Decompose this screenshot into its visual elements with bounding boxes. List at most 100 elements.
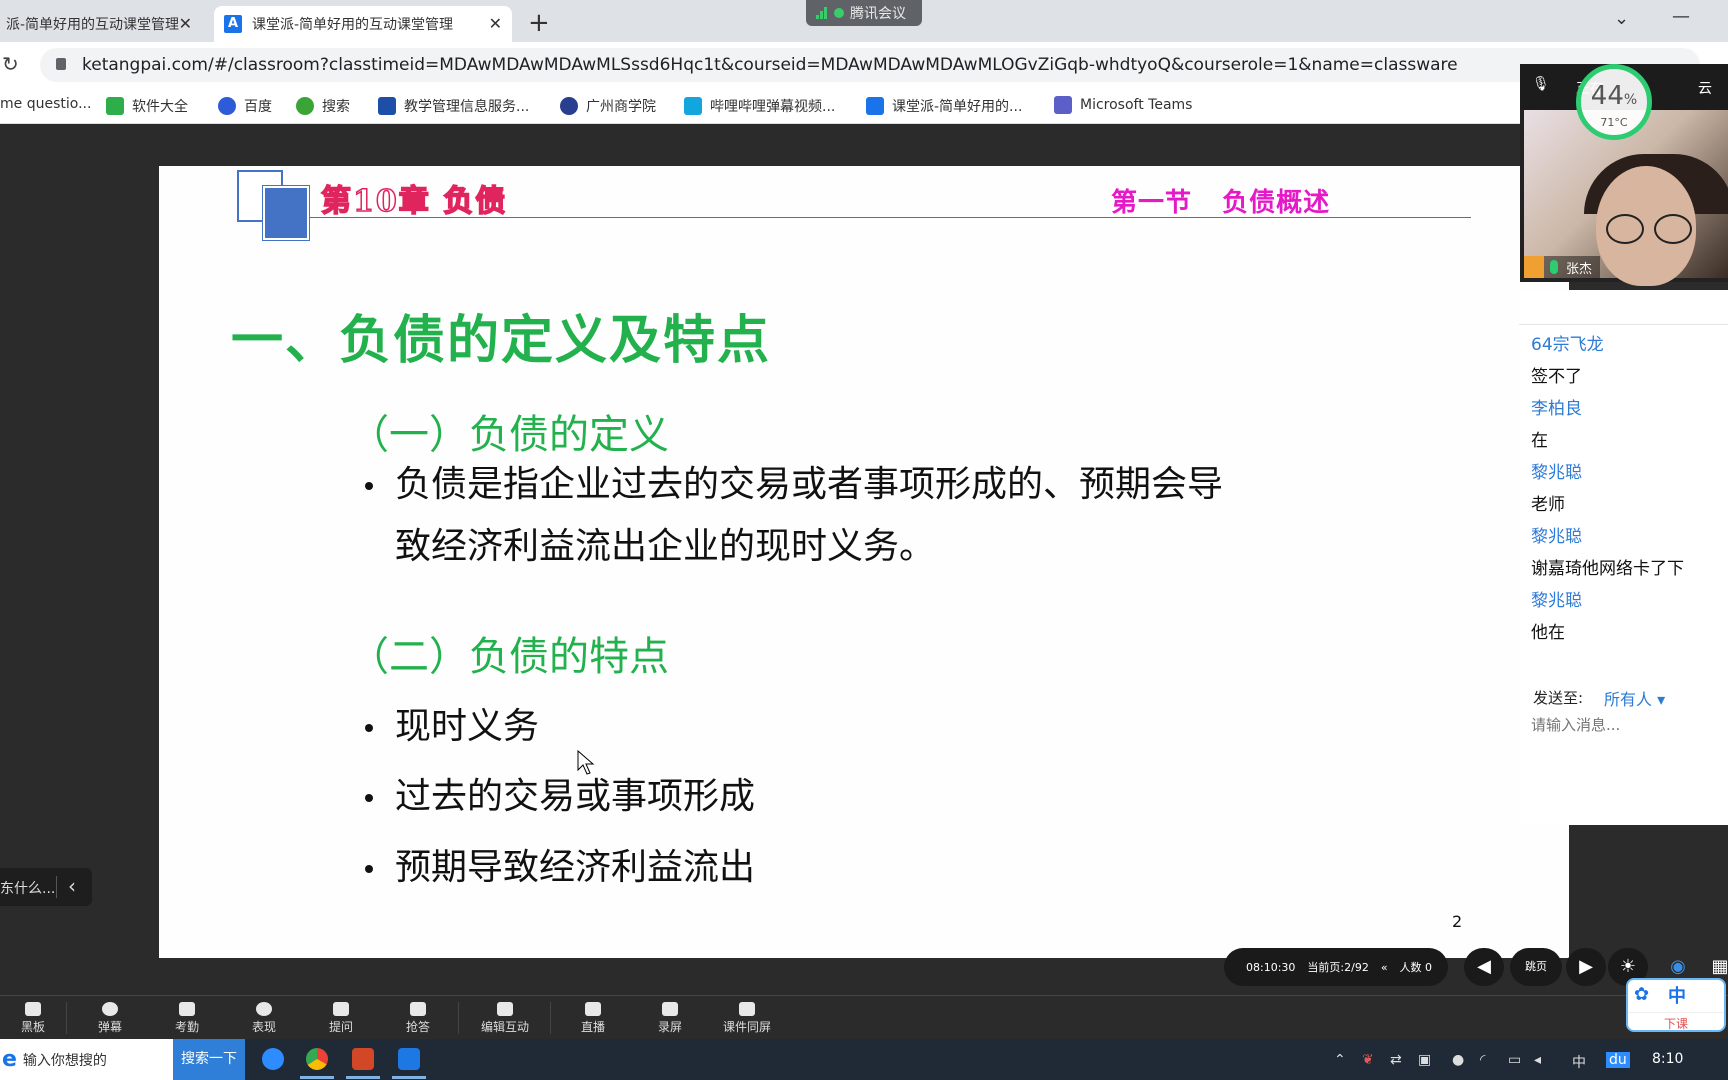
chat-sender: 64宗飞龙 [1531, 335, 1604, 355]
minimize-icon[interactable]: — [1672, 6, 1690, 27]
glasses-lens [1606, 214, 1644, 244]
attendance-button[interactable]: 考勤 [152, 998, 222, 1038]
bookmark-item[interactable]: 哔哩哔哩弹幕视频... [684, 96, 835, 116]
tray-chevron-up-icon[interactable]: ⌃ [1334, 1052, 1346, 1068]
bookmark-label: 广州商学院 [586, 99, 656, 115]
glasses-lens [1654, 214, 1692, 244]
performance-gauge[interactable]: 44% 71°C [1576, 64, 1652, 140]
tool-label: 录屏 [657, 1020, 682, 1034]
input-method-widget[interactable]: ✿ 中 下课 [1626, 978, 1726, 1032]
search-button[interactable]: 搜索一下 [173, 1039, 245, 1080]
chat-input[interactable] [1531, 716, 1711, 734]
next-slide-button[interactable]: ▶ [1566, 948, 1606, 986]
participant-label: 张杰 [1524, 256, 1601, 278]
tool-label: 表现 [251, 1020, 276, 1034]
bookmark-item[interactable]: 广州商学院 [560, 96, 656, 116]
url-text[interactable]: ketangpai.com/#/classroom?classtimeid=MD… [82, 55, 1458, 75]
ime-tray-icon[interactable]: 中 [1572, 1052, 1586, 1072]
reload-icon[interactable]: ↻ [2, 52, 19, 76]
live-button[interactable]: 直播 [558, 998, 628, 1038]
chevron-left-icon[interactable]: ‹ [68, 874, 76, 898]
classroom-toolbar: 黑板 弹幕 考勤 表现 提问 抢答 编辑互动 直播 录屏 课件同屏 [0, 995, 1728, 1039]
quick-answer-button[interactable]: 抢答 [383, 998, 453, 1038]
tool-label: 弹幕 [97, 1020, 122, 1034]
double-chevron-left-icon[interactable]: « [1381, 961, 1388, 974]
volume-icon[interactable]: ◂ [1534, 1052, 1541, 1068]
end-class-button[interactable]: 下课 [1628, 1012, 1724, 1032]
current-page: 当前页:2/92 [1307, 961, 1369, 974]
browser-tab-active[interactable]: A 课堂派-简单好用的互动课堂管理 ✕ [214, 6, 512, 42]
sync-courseware-button[interactable]: 课件同屏 [712, 998, 782, 1038]
divider [66, 1002, 67, 1034]
address-bar-row: ↻ ketangpai.com/#/classroom?classtimeid=… [0, 42, 1728, 88]
question-icon [333, 1002, 349, 1016]
tray-settings-icon[interactable]: ⇄ [1390, 1052, 1402, 1068]
taskbar-clock[interactable]: 8:10 [1652, 1051, 1683, 1067]
windows-taskbar [0, 1039, 1728, 1080]
college-logo-icon [560, 97, 578, 115]
edit-interaction-button[interactable]: 编辑互动 [470, 998, 540, 1038]
paw-icon: ✿ [1634, 984, 1650, 1005]
send-to-dropdown[interactable]: 所有人 ▾ [1604, 686, 1665, 710]
tray-app-icon[interactable]: ❦ [1362, 1052, 1374, 1068]
subheading-definition: （一）负债的定义 [349, 412, 669, 458]
bookmark-item[interactable]: 百度 [218, 96, 272, 116]
tab-list-chevron-icon[interactable]: ⌄ [1614, 8, 1629, 29]
download-icon [106, 97, 124, 115]
gauge-temperature: 71°C [1600, 116, 1628, 129]
bookmark-item[interactable]: 软件大全 [106, 96, 188, 116]
chat-message: 他在 [1531, 623, 1565, 643]
tray-security-icon[interactable]: ▣ [1418, 1052, 1431, 1068]
bookmark-item[interactable]: me questio... [0, 96, 91, 112]
new-tab-button[interactable]: + [528, 8, 550, 38]
ie-icon: e [2, 1047, 17, 1072]
slide: 第10章 负债 第一节 负债概述 一、负债的定义及特点 （一）负债的定义 负债是… [159, 166, 1569, 958]
baidu-du-icon[interactable]: du [1606, 1052, 1630, 1068]
bell-icon [410, 1002, 426, 1016]
tencent-meeting-app-icon[interactable] [392, 1048, 426, 1079]
tray-mic-icon[interactable]: ● [1452, 1052, 1464, 1068]
wifi-icon[interactable]: ◜ [1480, 1052, 1485, 1068]
battery-icon[interactable]: ▭ [1508, 1052, 1521, 1068]
side-panel-toggle[interactable]: 东什么... ‹ [0, 868, 92, 906]
jump-page-button[interactable]: 跳页 [1510, 948, 1562, 986]
chrome-icon[interactable] [300, 1048, 334, 1079]
blackboard-button[interactable]: 黑板 [0, 998, 68, 1038]
record-screen-button[interactable]: 录屏 [635, 998, 705, 1038]
bookmark-label: Microsoft Teams [1080, 97, 1193, 113]
chat-panel: 64宗飞龙 签不了 李柏良 在 黎兆聪 老师 黎兆聪 谢嘉琦他网络卡了下 黎兆聪… [1519, 290, 1728, 825]
danmaku-button[interactable]: 弹幕 [75, 998, 145, 1038]
browser-tab-inactive[interactable]: 派-简单好用的互动课堂管理 ✕ [0, 6, 202, 42]
divider [1519, 324, 1728, 325]
tool-label: 直播 [580, 1020, 605, 1034]
divider [458, 1002, 459, 1034]
url-field[interactable]: ketangpai.com/#/classroom?classtimeid=MD… [40, 48, 1700, 82]
close-icon[interactable]: ✕ [179, 14, 192, 33]
tencent-meeting-indicator[interactable]: 腾讯会议 [806, 0, 922, 26]
ketangpai-icon [866, 97, 884, 115]
bookmark-item[interactable]: 教学管理信息服务... [378, 96, 529, 116]
slide-info-bar: 08:10:30 当前页:2/92 « 人数 0 [1224, 948, 1448, 986]
bookmark-item[interactable]: 课堂派-简单好用的... [866, 96, 1022, 116]
microphone-icon[interactable]: 🎙 [1532, 76, 1550, 92]
bookmark-item[interactable]: Microsoft Teams [1054, 96, 1192, 114]
powerpoint-icon[interactable] [346, 1048, 380, 1079]
tool-label: 课件同屏 [722, 1020, 771, 1034]
feature-text: 预期导致经济利益流出 [395, 847, 756, 888]
divider [550, 1002, 551, 1034]
chat-message: 老师 [1531, 495, 1565, 515]
performance-button[interactable]: 表现 [229, 998, 299, 1038]
screen-share-icon [739, 1002, 755, 1016]
close-icon[interactable]: ✕ [489, 14, 502, 33]
bookmarks-bar: me questio... 软件大全 百度 搜索 教学管理信息服务... 广州商… [0, 88, 1728, 124]
bullet-definition: 负债是指企业过去的交易或者事项形成的、预期会导 致经济利益流出企业的现时义务。 [365, 454, 1223, 578]
taskbar-search[interactable]: e 输入你想搜的 [0, 1039, 173, 1080]
ime-language[interactable]: 中 [1668, 982, 1686, 1008]
gauge-percent: 44% [1590, 81, 1638, 111]
tab-title: 课堂派-简单好用的互动课堂管理 [252, 17, 454, 33]
question-button[interactable]: 提问 [306, 998, 376, 1038]
prev-slide-button[interactable]: ◀ [1464, 948, 1504, 986]
side-panel-text: 东什么... [0, 881, 56, 897]
bookmark-item[interactable]: 搜索 [296, 96, 350, 116]
zoom-icon[interactable] [262, 1048, 284, 1070]
